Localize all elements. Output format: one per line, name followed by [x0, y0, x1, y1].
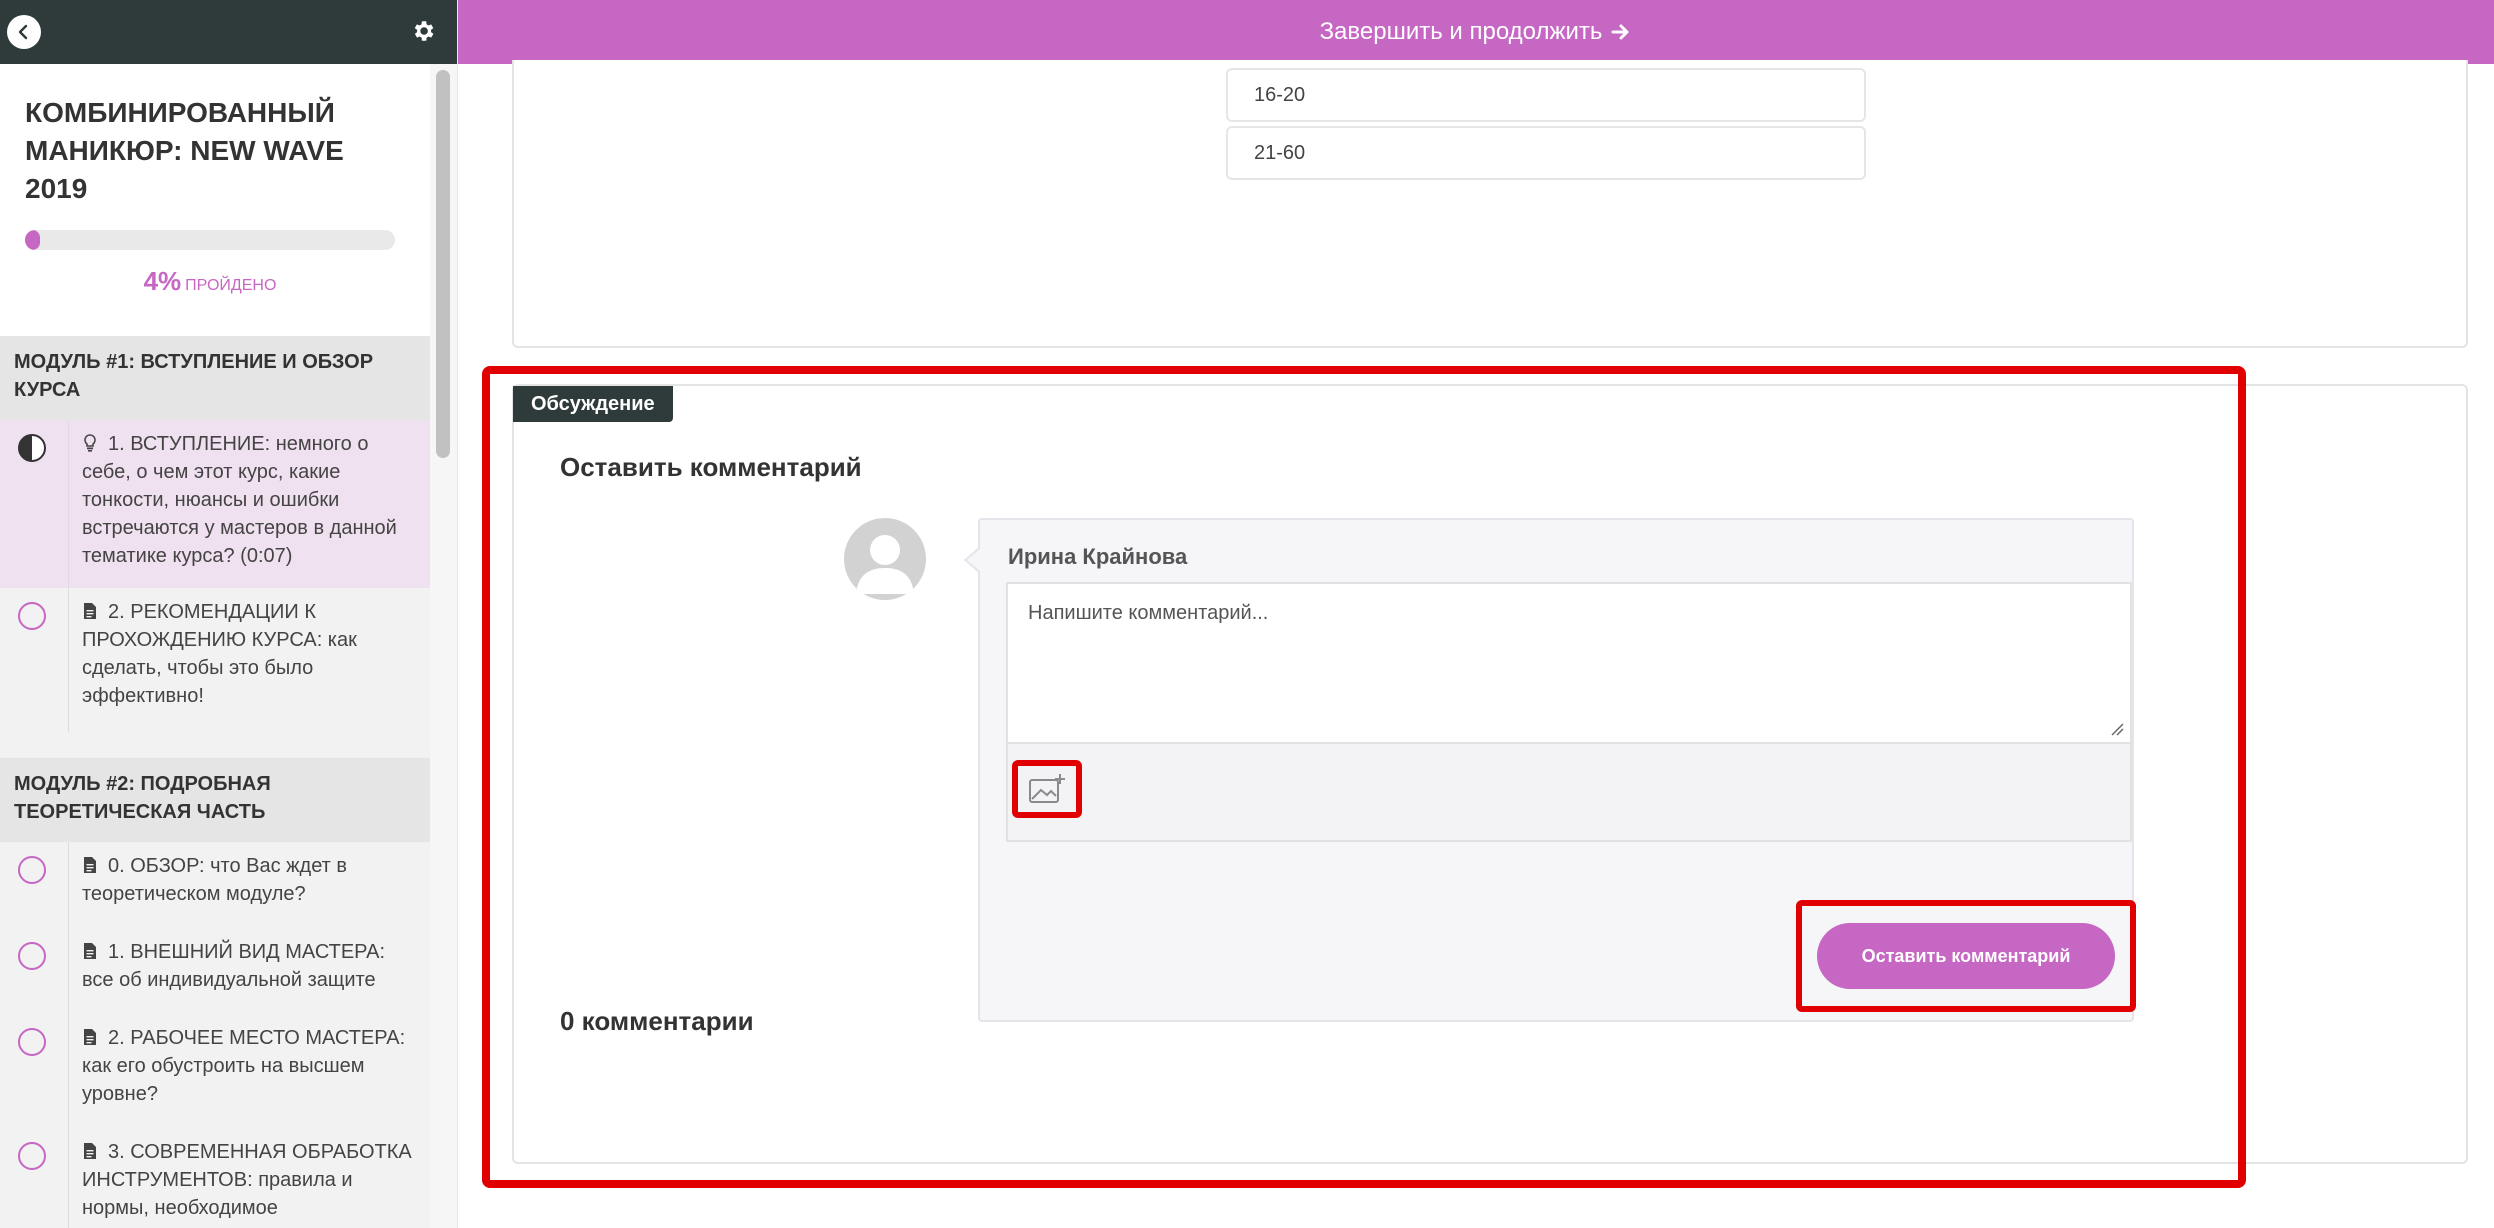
progress-label: пройдено	[185, 277, 277, 294]
lesson-status-circle-icon	[18, 1142, 46, 1170]
comment-author-name: Ирина Крайнова	[1008, 544, 1188, 569]
chevron-left-icon	[18, 24, 28, 40]
add-image-icon	[1029, 774, 1065, 803]
progress-fill	[25, 230, 40, 250]
lightbulb-icon	[84, 434, 96, 452]
quiz-answer-option[interactable]: 16-20	[1226, 68, 1866, 122]
lesson-status-in-progress-icon	[18, 434, 46, 462]
comment-textarea[interactable]: Напишите комментарий...	[1006, 582, 2132, 742]
back-button[interactable]	[7, 15, 41, 49]
gear-icon	[414, 21, 434, 41]
lesson-status-circle-icon	[18, 856, 46, 884]
course-summary: Комбинированный маникюр: NEW WAVE 2019 4…	[0, 64, 430, 336]
document-icon	[84, 603, 96, 619]
quiz-answer-option[interactable]: 21-60	[1226, 126, 1866, 180]
document-icon	[84, 1029, 96, 1045]
lesson-status-circle-icon	[18, 1028, 46, 1056]
lesson-item[interactable]: 0. ОБЗОР: что Вас ждет в теоретическом м…	[0, 842, 430, 928]
progress-bar	[25, 230, 395, 250]
user-avatar-icon	[856, 535, 914, 594]
lesson-title: 2. РЕКОМЕНДАЦИИ К ПРОХОЖДЕНИЮ КУРСА: как…	[82, 601, 357, 707]
module-header[interactable]: Модуль #1: Вступление и обзор курса	[0, 336, 430, 420]
leave-comment-heading: Оставить комментарий	[560, 452, 862, 482]
settings-button[interactable]	[408, 16, 438, 46]
lesson-content: 16-20 21-60 Обсуждение Оставить коммента…	[458, 60, 2494, 1228]
progress-text: 4% пройдено	[0, 266, 420, 297]
quiz-card: 16-20 21-60	[512, 60, 2468, 348]
lesson-title: 3. СОВРЕМЕННАЯ ОБРАБОТКА ИНСТРУМЕНТОВ: п…	[82, 1141, 412, 1219]
course-sidebar: Комбинированный маникюр: NEW WAVE 2019 4…	[0, 0, 458, 1228]
lesson-item[interactable]: 1. ВСТУПЛЕНИЕ: немного о себе, о чем это…	[0, 420, 430, 588]
comment-form: Ирина Крайнова Напишите комментарий... О…	[964, 518, 2136, 1022]
arrow-right-icon	[1611, 24, 1629, 40]
document-icon	[84, 1143, 96, 1159]
comment-textarea-placeholder: Напишите комментарий...	[1028, 602, 1269, 624]
comment-toolbar	[1006, 742, 2132, 842]
lesson-item[interactable]: 2. РАБОЧЕЕ МЕСТО МАСТЕРА: как его обустр…	[0, 1014, 430, 1128]
complete-and-continue-label: Завершить и продолжить	[1319, 18, 1603, 45]
discussion-badge: Обсуждение	[513, 386, 673, 422]
course-title: Комбинированный маникюр: NEW WAVE 2019	[25, 97, 344, 204]
submit-highlight: Оставить комментарий	[1796, 900, 2136, 1012]
lesson-item[interactable]: 2. РЕКОМЕНДАЦИИ К ПРОХОЖДЕНИЮ КУРСА: как…	[0, 588, 430, 732]
document-icon	[84, 943, 96, 959]
lesson-title: 1. ВНЕШНИЙ ВИД МАСТЕРА: все об индивидуа…	[82, 941, 386, 991]
lesson-item[interactable]: 1. ВНЕШНИЙ ВИД МАСТЕРА: все об индивидуа…	[0, 928, 430, 1014]
module-header[interactable]: Модуль #2: Подробная теоретическая часть	[0, 758, 430, 842]
lesson-item[interactable]: 3. СОВРЕМЕННАЯ ОБРАБОТКА ИНСТРУМЕНТОВ: п…	[0, 1128, 430, 1228]
sidebar-scrollbar[interactable]	[436, 70, 450, 458]
lesson-title: 2. РАБОЧЕЕ МЕСТО МАСТЕРА: как его обустр…	[82, 1027, 406, 1105]
lesson-title: 1. ВСТУПЛЕНИЕ: немного о себе, о чем это…	[82, 433, 397, 567]
sidebar-header	[0, 0, 457, 64]
lesson-status-circle-icon	[18, 942, 46, 970]
complete-and-continue-button[interactable]: Завершить и продолжить	[458, 0, 2494, 64]
comments-count: 0 комментарии	[560, 1006, 754, 1036]
submit-comment-button[interactable]: Оставить комментарий	[1817, 923, 2115, 989]
attach-image-button[interactable]	[1012, 760, 1082, 818]
avatar	[844, 518, 926, 600]
progress-percent: 4%	[143, 266, 182, 296]
lesson-title: 0. ОБЗОР: что Вас ждет в теоретическом м…	[82, 855, 348, 905]
document-icon	[84, 857, 96, 873]
lesson-status-circle-icon	[18, 602, 46, 630]
resize-handle-icon[interactable]	[2110, 722, 2124, 736]
